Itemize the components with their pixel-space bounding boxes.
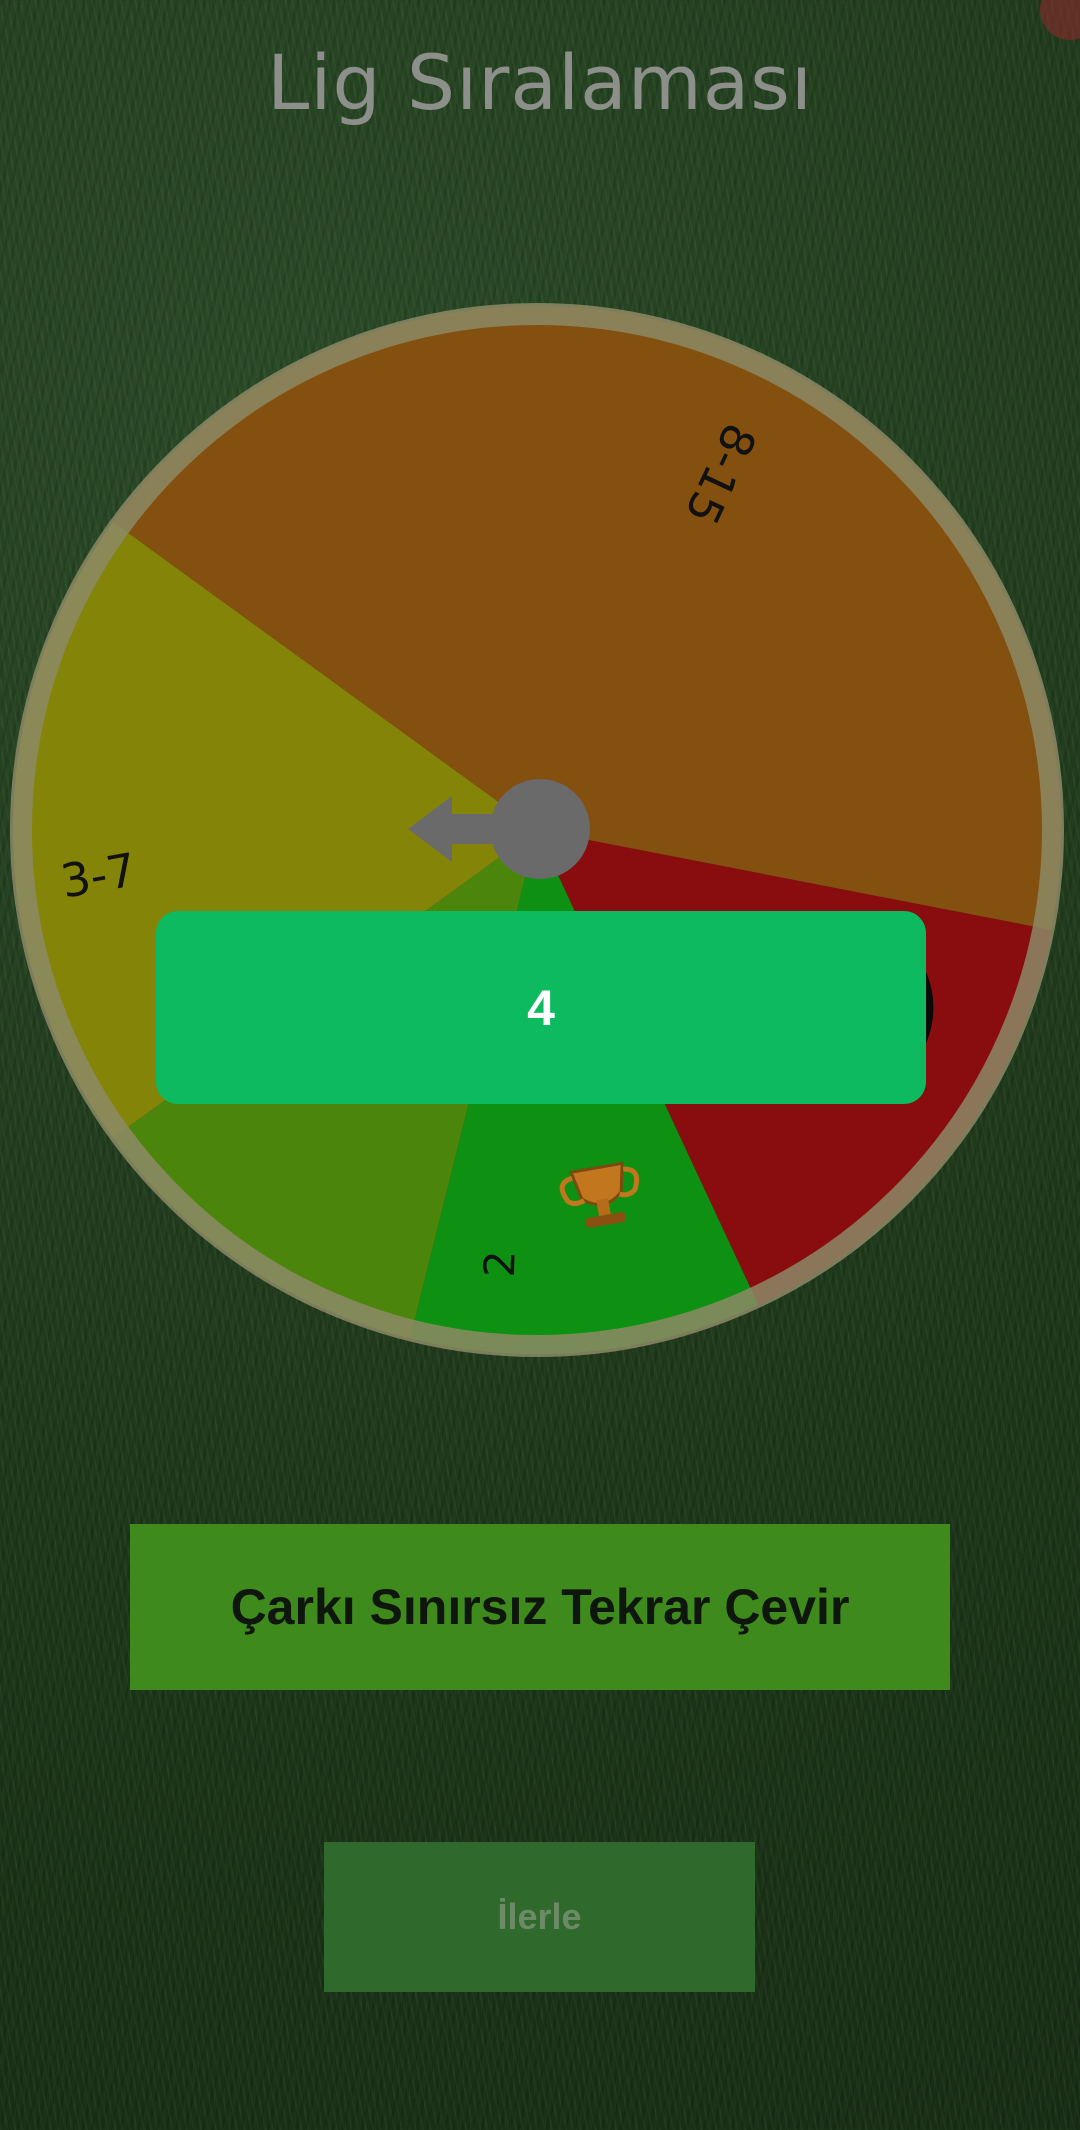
- page-title: Lig Sıralaması: [266, 38, 814, 127]
- corner-decoration: [1040, 0, 1080, 40]
- result-value: 4: [527, 979, 555, 1036]
- wheel-label-2: 2: [475, 1250, 525, 1278]
- pointer-hub: [490, 779, 590, 879]
- next-button[interactable]: İlerle: [324, 1842, 755, 1992]
- spin-wheel[interactable]: 8-15 3-7 2: [0, 290, 1080, 1390]
- spin-again-button[interactable]: Çarkı Sınırsız Tekrar Çevir: [130, 1524, 950, 1690]
- spin-again-label: Çarkı Sınırsız Tekrar Çevir: [230, 1579, 850, 1635]
- result-display: 4: [156, 911, 926, 1104]
- wheel-graphic: 8-15 3-7 2: [10, 303, 1064, 1357]
- next-label: İlerle: [497, 1896, 582, 1937]
